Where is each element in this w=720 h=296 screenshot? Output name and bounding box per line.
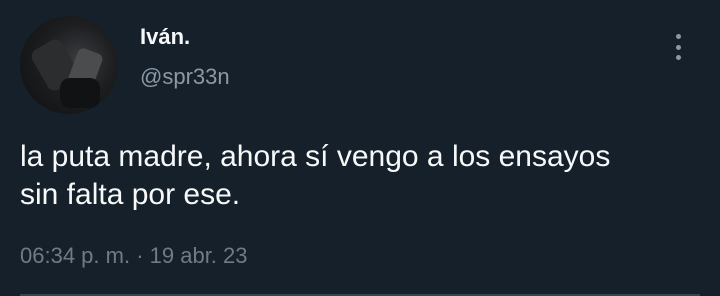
meta-separator: · (130, 243, 150, 268)
more-options-icon[interactable] (668, 32, 688, 62)
dot (675, 44, 681, 50)
tweet-text: la puta madre, ahora sí vengo a los ensa… (20, 140, 611, 211)
tweet-date: 19 abr. 23 (149, 243, 248, 268)
dot (675, 55, 681, 60)
tweet-time: 06:34 p. m. (20, 243, 131, 268)
avatar-photo-detail (60, 78, 100, 108)
avatar[interactable] (20, 16, 118, 114)
display-name[interactable]: Iván. (140, 24, 190, 50)
tweet-timestamp[interactable]: 06:34 p. m. · 19 abr. 23 (20, 243, 248, 269)
user-handle[interactable]: @spr33n (140, 64, 230, 90)
dot (675, 34, 681, 39)
tweet-card: Iván. @spr33n la puta madre, ahora sí ve… (0, 0, 720, 296)
